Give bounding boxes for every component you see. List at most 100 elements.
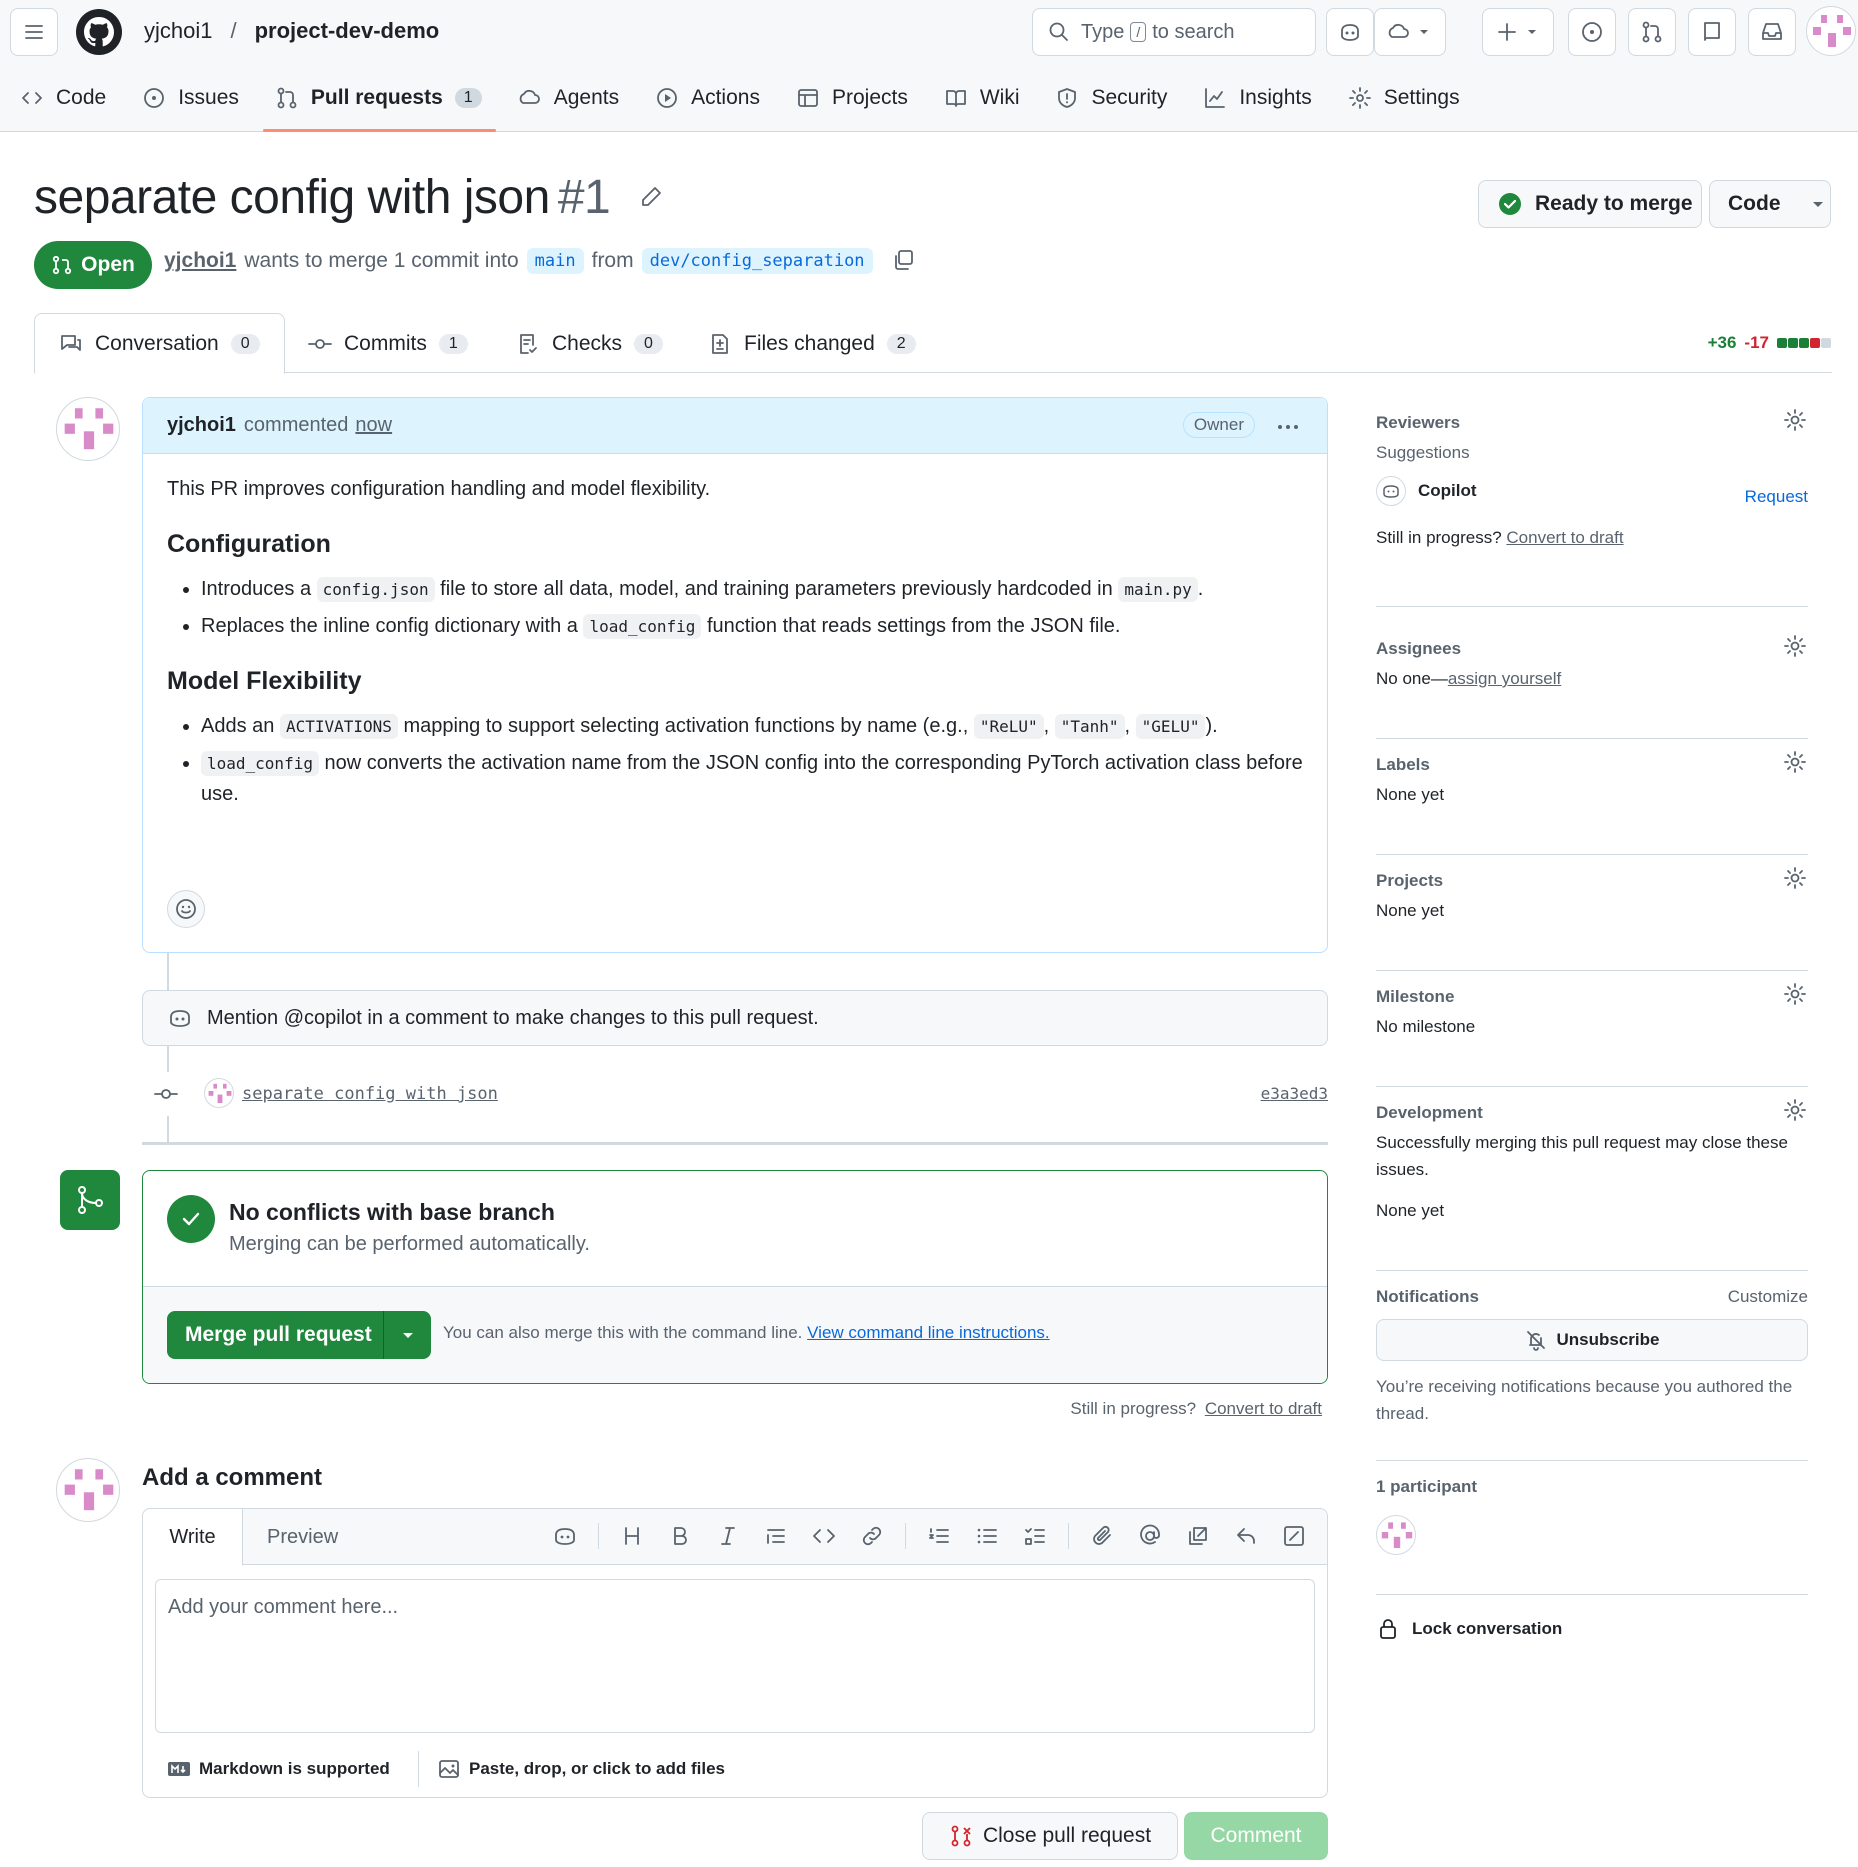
italic-icon[interactable] [713, 1521, 743, 1551]
tab-write[interactable]: Write [143, 1509, 243, 1566]
nav-settings[interactable]: Settings [1348, 78, 1460, 118]
assignees-heading[interactable]: Assignees [1376, 633, 1808, 665]
merge-pull-request-button[interactable]: Merge pull request [167, 1311, 431, 1359]
gear-icon[interactable] [1782, 633, 1808, 659]
comment-editor: Write Preview Markdown is support [142, 1508, 1328, 1798]
comment-author[interactable]: yjchoi1 [167, 414, 236, 437]
commit-author-avatar[interactable] [204, 1078, 234, 1108]
kebab-horizontal-icon[interactable] [1275, 414, 1301, 440]
create-new-button[interactable] [1482, 8, 1554, 56]
github-logo-icon[interactable] [76, 9, 122, 55]
bold-icon[interactable] [665, 1521, 695, 1551]
base-branch[interactable]: main [526, 248, 584, 274]
tab-preview[interactable]: Preview [267, 1509, 338, 1566]
participant-avatar[interactable] [1376, 1515, 1416, 1555]
tab-files-changed[interactable]: Files changed 2 [708, 313, 916, 374]
nav-actions[interactable]: Actions [655, 78, 760, 118]
comment-textarea[interactable] [155, 1579, 1315, 1733]
paperclip-icon[interactable] [1087, 1521, 1117, 1551]
convert-to-draft-link[interactable]: Convert to draft [1205, 1399, 1322, 1418]
comment-header: yjchoi1 commented now Owner [143, 398, 1327, 454]
gear-icon [1348, 87, 1371, 109]
copilot-dropdown-button[interactable] [1374, 8, 1446, 56]
nav-pull-requests[interactable]: Pull requests 1 [262, 78, 496, 132]
tab-conversation[interactable]: Conversation 0 [34, 313, 285, 374]
cross-reference-icon[interactable] [1183, 1521, 1213, 1551]
comment-author-avatar[interactable] [56, 397, 120, 461]
code-icon[interactable] [809, 1521, 839, 1551]
ready-to-merge-button[interactable]: Ready to merge [1478, 180, 1702, 228]
heading-icon[interactable] [617, 1521, 647, 1551]
lock-conversation-button[interactable]: Lock conversation [1376, 1595, 1808, 1641]
request-review-link[interactable]: Request [1745, 487, 1808, 507]
git-commit-icon [308, 338, 332, 349]
menu-button[interactable] [10, 8, 58, 56]
merge-method-dropdown[interactable] [383, 1311, 431, 1359]
copilot-icon[interactable] [550, 1521, 580, 1551]
comment-timestamp[interactable]: now [355, 414, 392, 437]
repo-name-link[interactable]: project-dev-demo [255, 18, 440, 44]
search-input[interactable]: Type / to search [1032, 8, 1316, 56]
add-reaction-button[interactable] [167, 890, 205, 928]
gear-icon[interactable] [1782, 981, 1808, 1007]
gear-icon[interactable] [1782, 1097, 1808, 1123]
nav-wiki[interactable]: Wiki [944, 78, 1019, 118]
fullscreen-icon[interactable] [1279, 1521, 1309, 1551]
pr-author-link[interactable]: yjchoi1 [164, 249, 236, 273]
code-dropdown-button[interactable]: Code [1709, 180, 1831, 228]
tab-commits[interactable]: Commits 1 [308, 313, 468, 374]
close-pull-request-button[interactable]: Close pull request [922, 1812, 1178, 1860]
command-line-instructions-link[interactable]: View command line instructions. [807, 1323, 1050, 1342]
unordered-list-icon[interactable] [972, 1521, 1002, 1551]
nav-agents[interactable]: Agents [518, 78, 619, 118]
nav-code[interactable]: Code [20, 78, 106, 118]
toolbar-divider [1068, 1523, 1069, 1549]
mention-icon[interactable] [1135, 1521, 1165, 1551]
comment-action: commented [243, 414, 349, 436]
gear-icon[interactable] [1782, 407, 1808, 433]
current-user-avatar[interactable] [56, 1458, 120, 1522]
issues-button[interactable] [1568, 8, 1616, 56]
commit-message-link[interactable]: separate config with json [242, 1084, 498, 1104]
nav-issues[interactable]: Issues [142, 78, 239, 118]
assign-yourself-link[interactable]: assign yourself [1448, 669, 1561, 688]
head-branch[interactable]: dev/config_separation [641, 248, 873, 274]
reply-icon[interactable] [1231, 1521, 1261, 1551]
copy-icon[interactable] [891, 248, 917, 274]
repositories-button[interactable] [1688, 8, 1736, 56]
nav-security[interactable]: Security [1055, 78, 1167, 118]
quote-icon[interactable] [761, 1521, 791, 1551]
ordered-list-icon[interactable] [924, 1521, 954, 1551]
sidebar-assignees: Assignees No one—assign yourself [1376, 623, 1808, 739]
copilot-button[interactable] [1326, 8, 1374, 56]
markdown-supported-label: Markdown is supported [199, 1759, 390, 1778]
comment-submit-button[interactable]: Comment [1184, 1812, 1328, 1860]
pencil-icon [642, 187, 661, 206]
nav-projects[interactable]: Projects [796, 78, 908, 118]
tab-checks[interactable]: Checks 0 [516, 313, 663, 374]
unsubscribe-button[interactable]: Unsubscribe [1376, 1319, 1808, 1361]
convert-to-draft-link[interactable]: Convert to draft [1506, 528, 1623, 547]
projects-heading[interactable]: Projects [1376, 865, 1808, 897]
edit-title-button[interactable] [638, 184, 664, 210]
pull-requests-button[interactable] [1628, 8, 1676, 56]
nav-insights[interactable]: Insights [1203, 78, 1312, 118]
labels-heading[interactable]: Labels [1376, 749, 1808, 781]
file-diff-icon [712, 333, 728, 354]
user-avatar[interactable] [1806, 6, 1856, 56]
reviewers-heading[interactable]: Reviewers [1376, 407, 1808, 439]
inbox-button[interactable] [1748, 8, 1796, 56]
gear-icon[interactable] [1782, 865, 1808, 891]
task-list-icon[interactable] [1020, 1521, 1050, 1551]
commit-sha-link[interactable]: e3a3ed3 [1261, 1084, 1328, 1103]
milestone-heading[interactable]: Milestone [1376, 981, 1808, 1013]
development-heading[interactable]: Development [1376, 1097, 1808, 1129]
search-prefix: Type [1081, 20, 1125, 43]
add-files-link[interactable]: Paste, drop, or click to add files [419, 1757, 725, 1781]
customize-notifications-link[interactable]: Customize [1728, 1281, 1808, 1313]
gear-icon[interactable] [1782, 749, 1808, 775]
markdown-supported-link[interactable]: Markdown is supported [143, 1751, 419, 1787]
pr-meta-from: from [591, 249, 634, 272]
repo-owner-link[interactable]: yjchoi1 [144, 18, 212, 44]
link-icon[interactable] [857, 1521, 887, 1551]
